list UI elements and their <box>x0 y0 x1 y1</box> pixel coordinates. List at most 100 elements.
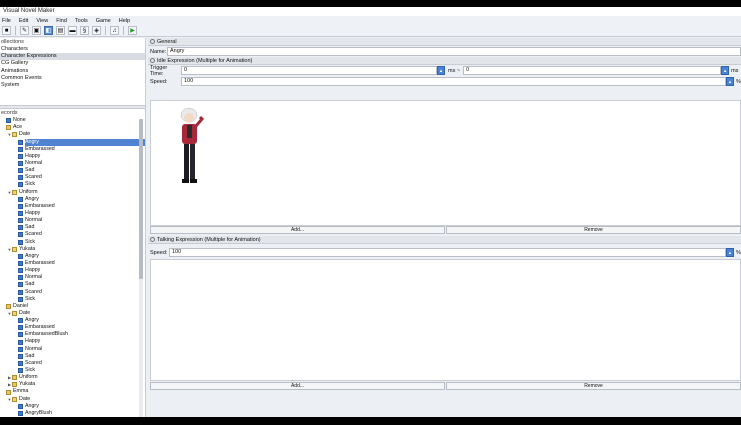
tree-row[interactable]: Happy <box>0 153 145 160</box>
talking-speed-input[interactable]: 100 <box>169 248 726 257</box>
tree-row[interactable]: Sad <box>0 281 145 288</box>
save-icon[interactable]: ■ <box>2 26 11 35</box>
collection-item[interactable]: Character Expressions <box>0 53 145 61</box>
tree-row[interactable]: Angry <box>0 196 145 203</box>
tree-row[interactable]: Happy <box>0 210 145 217</box>
tree-row[interactable]: Embarassed <box>0 260 145 267</box>
collection-item[interactable]: System <box>0 82 145 89</box>
tree-row[interactable]: ▼ Date <box>0 396 145 403</box>
collection-item[interactable]: CG Gallery <box>0 60 145 67</box>
tree-row[interactable]: Sick <box>0 296 145 303</box>
database-icon[interactable]: ◧ <box>44 26 53 35</box>
tree-row[interactable]: Sad <box>0 224 145 231</box>
tree-row[interactable]: ▼ Uniform <box>0 189 145 196</box>
menu-edit[interactable]: Edit <box>19 18 28 24</box>
talking-speed-unit: % <box>736 249 741 256</box>
script-icon[interactable]: § <box>80 26 89 35</box>
tree-row[interactable]: ▶ Yukata <box>0 381 145 388</box>
collection-item[interactable]: Characters <box>0 46 145 53</box>
expression-file-icon <box>18 282 23 288</box>
tree-row-label: Emma <box>13 388 29 395</box>
collections-header: ollections <box>1 39 24 45</box>
trigger-to-spinner-icon[interactable]: ▲ <box>721 66 730 75</box>
menu-help[interactable]: Help <box>119 18 130 24</box>
trigger-time-from-input[interactable]: 0 <box>181 66 437 75</box>
tree-row-label: Normal <box>25 159 43 166</box>
tree-row[interactable]: Happy <box>0 338 145 345</box>
expression-file-icon <box>18 318 23 324</box>
tree-row[interactable]: Sick <box>0 239 145 246</box>
tree-row[interactable]: Sick <box>0 181 145 188</box>
tree-row[interactable]: ▼ Date <box>0 131 145 138</box>
tree-row[interactable]: Normal <box>0 217 145 224</box>
general-header[interactable]: General <box>148 38 741 46</box>
tree-row[interactable]: Sad <box>0 353 145 360</box>
idle-remove-button[interactable]: Remove <box>446 226 741 234</box>
expression-file-icon <box>18 146 23 152</box>
play-icon[interactable]: ▶ <box>128 26 137 35</box>
tree-row-label: Happy <box>25 152 41 159</box>
tree-row[interactable]: Scared <box>0 289 145 296</box>
tree-row[interactable]: Emma <box>0 388 145 395</box>
menu-file[interactable]: File <box>2 18 11 24</box>
tree-row[interactable]: Normal <box>0 274 145 281</box>
tree-row[interactable]: EmbarassedBlush <box>0 331 145 338</box>
collection-item[interactable]: Animations <box>0 68 145 75</box>
name-input[interactable]: Angry <box>167 47 741 56</box>
talking-frames-canvas[interactable] <box>150 259 741 381</box>
records-header: ecords <box>1 110 18 117</box>
tree-row[interactable]: Embarassed <box>0 146 145 153</box>
menu-game[interactable]: Game <box>96 18 111 24</box>
tree-row[interactable]: ▼ Yukata <box>0 246 145 253</box>
talking-speed-spinner-icon[interactable]: ▲ <box>726 248 734 257</box>
scrollbar-thumb[interactable] <box>139 119 143 280</box>
music-icon[interactable]: ♫ <box>110 26 119 35</box>
trigger-time-to-input[interactable]: 0 <box>463 66 722 75</box>
idle-expression-header[interactable]: Idle Expression (Multiple for Animation) <box>148 57 741 65</box>
tree-row[interactable]: Angry <box>0 138 145 146</box>
trigger-from-spinner-icon[interactable]: ▲ <box>437 66 445 75</box>
tree-row[interactable]: Sad <box>0 167 145 174</box>
talking-expression-header[interactable]: Talking Expression (Multiple for Animati… <box>148 236 741 244</box>
tree-row[interactable]: None <box>0 117 145 124</box>
tree-row[interactable]: Normal <box>0 346 145 353</box>
folder-icon[interactable]: ▬ <box>68 26 77 35</box>
tree-row[interactable]: Scared <box>0 360 145 367</box>
tree-row[interactable]: Normal <box>0 160 145 167</box>
expression-file-icon <box>18 296 23 302</box>
plugin-icon[interactable]: ◈ <box>92 26 101 35</box>
tree-row[interactable]: Ace <box>0 124 145 131</box>
talking-add-button[interactable]: Add... <box>150 382 445 390</box>
tree-row[interactable]: Angry <box>0 253 145 260</box>
tree-row[interactable]: AngryBlush <box>0 410 145 417</box>
tree-row-label: Sad <box>25 352 35 359</box>
tree-row[interactable]: Angry <box>0 317 145 324</box>
menu-tools[interactable]: Tools <box>75 18 88 24</box>
tree-row[interactable]: ▶ Uniform <box>0 374 145 381</box>
tree-row[interactable]: Sick <box>0 367 145 374</box>
records-scrollbar[interactable] <box>139 119 143 417</box>
tree-row[interactable]: Embarassed <box>0 203 145 210</box>
expression-file-icon <box>18 289 23 295</box>
idle-add-button[interactable]: Add... <box>150 226 445 234</box>
tree-row[interactable]: Angry <box>0 403 145 410</box>
tree-row[interactable]: ▼ Date <box>0 310 145 317</box>
tree-row[interactable]: Happy <box>0 267 145 274</box>
pencil-icon[interactable]: ✎ <box>20 26 29 35</box>
document-icon[interactable]: ▤ <box>56 26 65 35</box>
folder-icon <box>12 382 17 388</box>
menu-view[interactable]: View <box>36 18 48 24</box>
menu-find[interactable]: Find <box>56 18 67 24</box>
tree-row[interactable]: Scared <box>0 231 145 238</box>
tree-row[interactable]: Scared <box>0 174 145 181</box>
tree-row[interactable]: Embarassed <box>0 324 145 331</box>
idle-frames-canvas[interactable] <box>150 100 741 226</box>
idle-speed-input[interactable]: 100 <box>181 77 726 86</box>
talking-remove-button[interactable]: Remove <box>446 382 741 390</box>
idle-speed-spinner-icon[interactable]: ▲ <box>726 77 734 86</box>
collection-item[interactable]: Common Events <box>0 75 145 82</box>
image-icon[interactable]: ▣ <box>32 26 41 35</box>
expression-file-icon <box>18 360 23 366</box>
expression-file-icon <box>18 175 23 181</box>
tree-row[interactable]: Daniel <box>0 303 145 310</box>
